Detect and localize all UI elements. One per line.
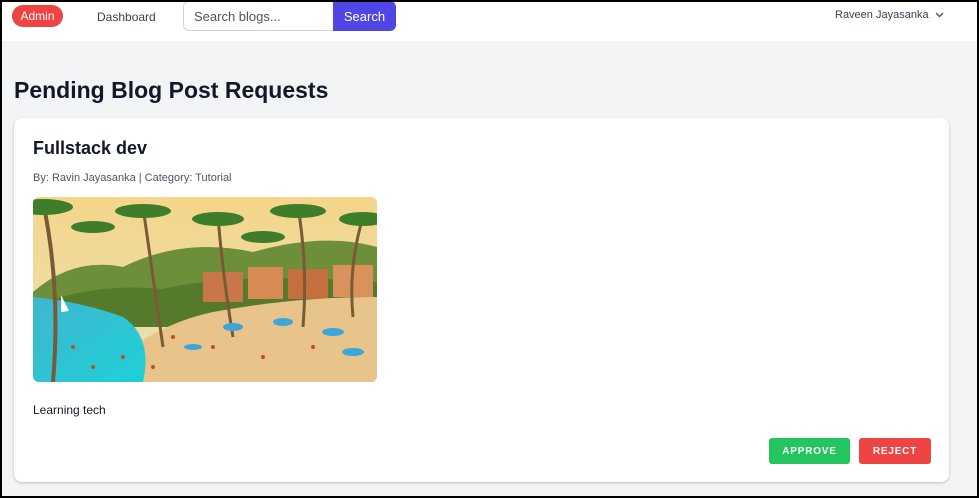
post-card: Fullstack dev By: Ravin Jayasanka | Cate… (14, 118, 949, 482)
app-frame: Admin Dashboard Search Raveen Jayasanka … (0, 0, 979, 498)
post-title: Fullstack dev (33, 138, 148, 158)
chevron-down-icon (935, 9, 944, 21)
reject-button[interactable]: REJECT (859, 438, 931, 464)
navbar: Admin Dashboard Search Raveen Jayasanka (2, 2, 977, 41)
dashboard-link[interactable]: Dashboard (97, 10, 156, 24)
post-image (33, 197, 377, 382)
page-title: Pending Blog Post Requests (14, 77, 329, 103)
beach-illustration (33, 197, 377, 382)
user-name: Raveen Jayasanka (835, 9, 929, 21)
post-body: Learning tech (33, 403, 106, 417)
search-button[interactable]: Search (333, 2, 396, 31)
post-meta: By: Ravin Jayasanka | Category: Tutorial (33, 172, 232, 184)
user-menu[interactable]: Raveen Jayasanka (835, 9, 944, 21)
admin-badge[interactable]: Admin (12, 5, 63, 27)
search-input[interactable] (183, 2, 334, 31)
approve-button[interactable]: APPROVE (769, 438, 850, 464)
